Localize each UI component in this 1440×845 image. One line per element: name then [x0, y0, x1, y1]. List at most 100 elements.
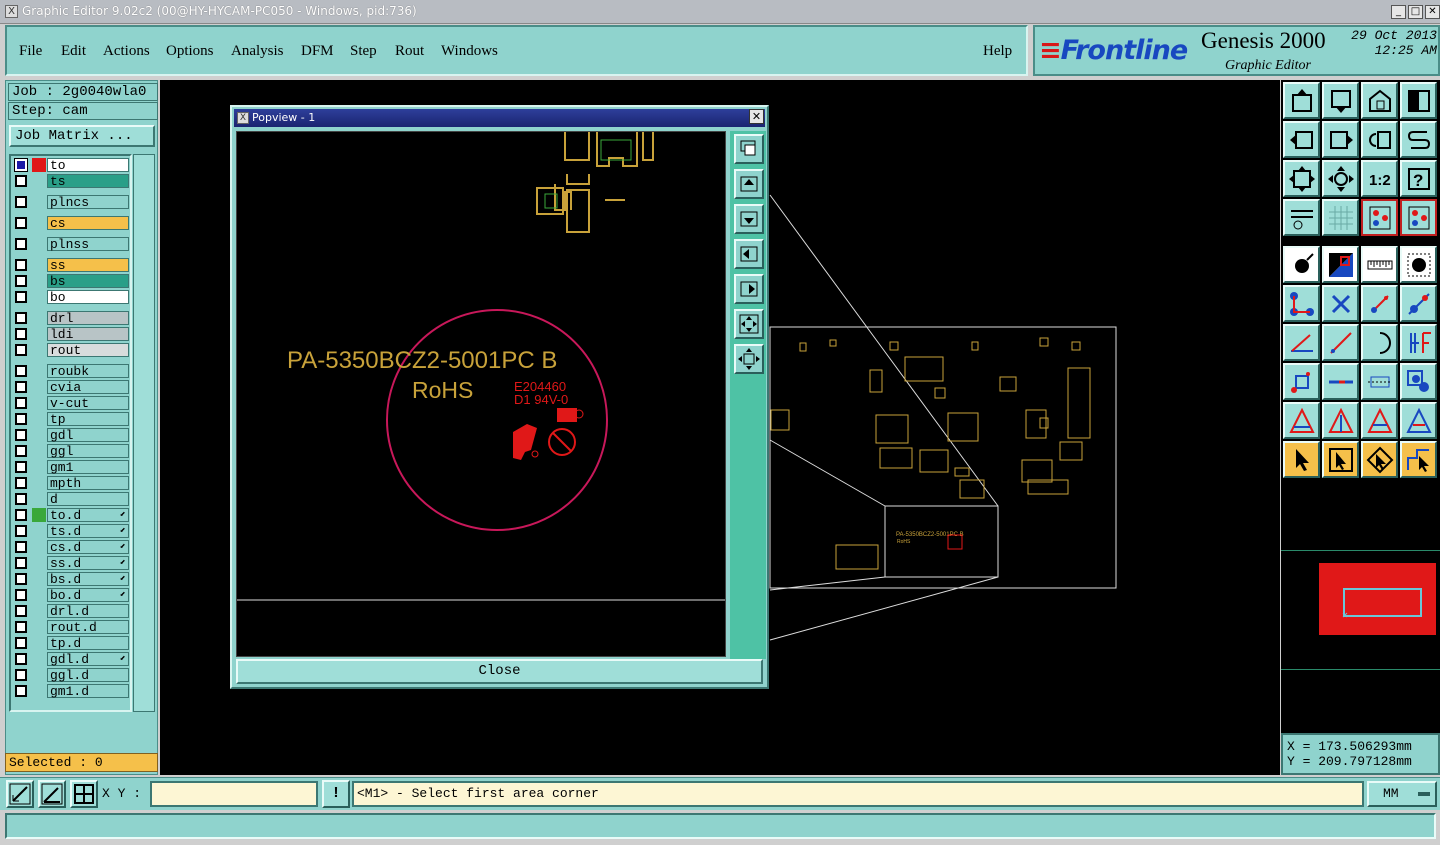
- layer-row[interactable]: to: [13, 158, 129, 172]
- layer-name[interactable]: to.d ⬋: [47, 508, 129, 522]
- layer-checkbox[interactable]: [15, 669, 27, 681]
- layer-checkbox[interactable]: [15, 637, 27, 649]
- layer-name[interactable]: rout: [47, 343, 129, 357]
- layer-name[interactable]: roubk: [47, 364, 129, 378]
- line-break-icon[interactable]: [1322, 363, 1359, 400]
- layer-name[interactable]: d: [47, 492, 129, 506]
- select-pointer-icon[interactable]: [1283, 441, 1320, 478]
- layer-checkbox[interactable]: [15, 509, 27, 521]
- overview-map[interactable]: [1281, 550, 1440, 670]
- menu-edit[interactable]: Edit: [61, 43, 86, 60]
- menu-options[interactable]: Options: [166, 43, 214, 60]
- layer-checkbox[interactable]: [15, 328, 27, 340]
- layer-row[interactable]: tp.d: [13, 636, 129, 650]
- popview-close-icon[interactable]: ✕: [749, 109, 764, 124]
- scale-1-2-icon[interactable]: 1:2: [1361, 160, 1398, 197]
- menu-rout[interactable]: Rout: [395, 43, 424, 60]
- layer-checkbox[interactable]: [15, 238, 27, 250]
- zoom-out-icon[interactable]: [1322, 82, 1359, 119]
- layer-checkbox[interactable]: [15, 217, 27, 229]
- layer-scrollbar[interactable]: [133, 154, 155, 712]
- unit-select[interactable]: MM: [1367, 781, 1437, 807]
- add-surface-icon[interactable]: [1322, 246, 1359, 283]
- layer-row[interactable]: d: [13, 492, 129, 506]
- menu-dfm[interactable]: DFM: [301, 43, 334, 60]
- layer-row[interactable]: cs: [13, 216, 129, 230]
- layer-checkbox[interactable]: [15, 621, 27, 633]
- layer-name[interactable]: ggl.d: [47, 668, 129, 682]
- triangle-analyze-icon[interactable]: [1322, 402, 1359, 439]
- layer-row[interactable]: ts: [13, 174, 129, 188]
- layer-name[interactable]: plnss: [47, 237, 129, 251]
- layer-row[interactable]: bs.d ⬋: [13, 572, 129, 586]
- layer-name[interactable]: ss.d ⬋: [47, 556, 129, 570]
- layer-checkbox[interactable]: [15, 344, 27, 356]
- layer-row[interactable]: plncs: [13, 195, 129, 209]
- layer-name[interactable]: to: [47, 158, 129, 172]
- layer-checkbox[interactable]: [14, 158, 28, 172]
- layer-name[interactable]: bs.d ⬋: [47, 572, 129, 586]
- pan-up-icon[interactable]: [734, 169, 764, 199]
- layer-color-swatch[interactable]: [32, 508, 46, 522]
- layer-name[interactable]: tp: [47, 412, 129, 426]
- layer-row[interactable]: plnss: [13, 237, 129, 251]
- layer-row[interactable]: ss: [13, 258, 129, 272]
- pan-left-icon[interactable]: [1283, 121, 1320, 158]
- job-matrix-button[interactable]: Job Matrix ...: [9, 125, 155, 147]
- layer-row[interactable]: cs.d ⬋: [13, 540, 129, 554]
- layer-row[interactable]: v-cut: [13, 396, 129, 410]
- layer-name[interactable]: bs: [47, 274, 129, 288]
- zoom-fit-icon[interactable]: [734, 309, 764, 339]
- layer-name[interactable]: plncs: [47, 195, 129, 209]
- add-pad-icon[interactable]: [1283, 246, 1320, 283]
- layer-name[interactable]: gdl: [47, 428, 129, 442]
- s-curve-icon[interactable]: [1400, 121, 1437, 158]
- pan-down-icon[interactable]: [734, 204, 764, 234]
- layer-name[interactable]: gdl.d ⬋: [47, 652, 129, 666]
- layer-checkbox[interactable]: [15, 381, 27, 393]
- grid-snap-icon[interactable]: [70, 780, 98, 808]
- layer-name[interactable]: rout.d: [47, 620, 129, 634]
- home-view-icon[interactable]: [1361, 82, 1398, 119]
- layer-name[interactable]: drl: [47, 311, 129, 325]
- layer-name[interactable]: cs.d ⬋: [47, 540, 129, 554]
- layer-row[interactable]: ss.d ⬋: [13, 556, 129, 570]
- menu-windows[interactable]: Windows: [441, 43, 498, 60]
- pad-array-icon[interactable]: [1283, 363, 1320, 400]
- layer-checkbox[interactable]: [15, 461, 27, 473]
- zoom-fit-icon[interactable]: [1283, 160, 1320, 197]
- help-icon[interactable]: ?: [1400, 160, 1437, 197]
- line-node-icon[interactable]: [1400, 285, 1437, 322]
- layer-checkbox[interactable]: [15, 365, 27, 377]
- menu-analysis[interactable]: Analysis: [231, 43, 284, 60]
- layer-row[interactable]: roubk: [13, 364, 129, 378]
- xy-input[interactable]: [150, 781, 318, 807]
- menu-file[interactable]: File: [19, 43, 42, 60]
- layer-row[interactable]: gm1.d: [13, 684, 129, 698]
- grid-icon[interactable]: [1322, 199, 1359, 236]
- popview-close-button[interactable]: Close: [236, 659, 763, 684]
- layer-row[interactable]: bo: [13, 290, 129, 304]
- layer-checkbox[interactable]: [15, 573, 27, 585]
- pan-left-icon[interactable]: [734, 239, 764, 269]
- layer-checkbox[interactable]: [15, 589, 27, 601]
- layer-name[interactable]: bo: [47, 290, 129, 304]
- layer-row[interactable]: drl: [13, 311, 129, 325]
- layer-color-swatch[interactable]: [32, 158, 46, 172]
- angle-snap-icon[interactable]: [38, 780, 66, 808]
- layer-checkbox[interactable]: [15, 413, 27, 425]
- zoom-in-icon[interactable]: [1283, 82, 1320, 119]
- layer-row[interactable]: bs: [13, 274, 129, 288]
- group-shapes-icon[interactable]: [1400, 363, 1437, 400]
- pan-right-icon[interactable]: [1322, 121, 1359, 158]
- layer-name[interactable]: ggl: [47, 444, 129, 458]
- warning-button[interactable]: !: [322, 780, 350, 808]
- layer-row[interactable]: cvia: [13, 380, 129, 394]
- layer-row[interactable]: ggl: [13, 444, 129, 458]
- layer-checkbox[interactable]: [15, 397, 27, 409]
- layer-checkbox[interactable]: [15, 525, 27, 537]
- layer-checkbox[interactable]: [15, 653, 27, 665]
- layer-checkbox[interactable]: [15, 291, 27, 303]
- close-icon[interactable]: ✕: [1425, 5, 1440, 19]
- triangle-drc-icon[interactable]: [1283, 402, 1320, 439]
